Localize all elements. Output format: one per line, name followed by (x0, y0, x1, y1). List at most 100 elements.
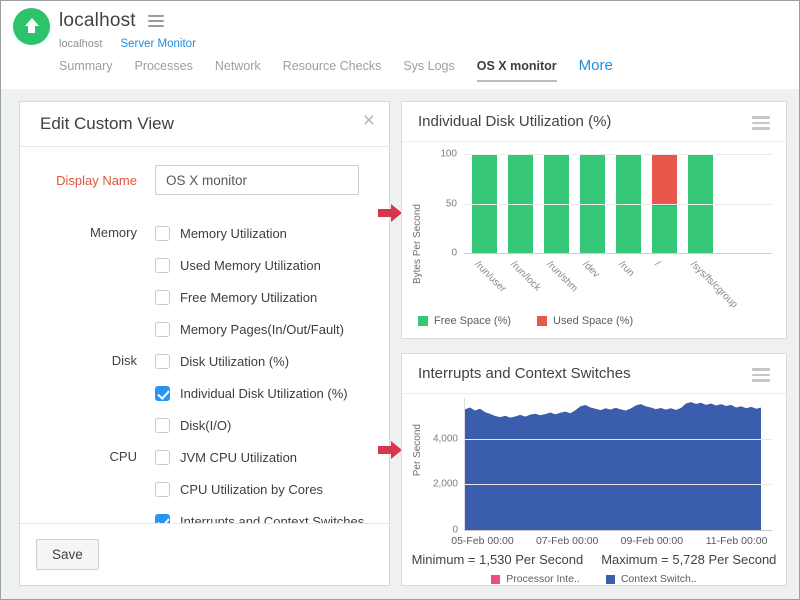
chart-menu-icon[interactable] (752, 368, 770, 382)
y-tick-label: 4,000 (433, 433, 458, 444)
bar-chart-plot: 050100/run/user/run/lock/run/shm/dev/run… (464, 154, 772, 254)
x-axis-labels: 05-Feb 00:0007-Feb 00:0009-Feb 00:0011-F… (464, 535, 772, 549)
display-name-label: Display Name (20, 173, 137, 188)
display-name-input[interactable] (155, 165, 359, 195)
min-stat: Minimum = 1,530 Per Second (412, 552, 584, 567)
y-tick-label: 100 (440, 149, 457, 160)
checkbox-row: Individual Disk Utilization (%) (20, 377, 389, 409)
legend-item-processor-inte: Processor Inte.. (491, 573, 580, 585)
checkbox-label: Disk(I/O) (180, 418, 231, 433)
tab-sys-logs[interactable]: Sys Logs (403, 59, 454, 73)
display-name-row: Display Name (20, 165, 389, 195)
checkbox-memory-pages-in-out-fault[interactable] (155, 322, 170, 337)
checkbox-interrupts-and-context-switches[interactable] (155, 514, 170, 524)
tab-processes[interactable]: Processes (134, 59, 192, 73)
checkbox-label: Memory Pages(In/Out/Fault) (180, 322, 344, 337)
y-tick-label: 50 (446, 198, 457, 209)
gridline (464, 154, 772, 155)
checkbox-row: CPUJVM CPU Utilization (20, 441, 389, 473)
x-tick-label: / (652, 259, 662, 269)
chart-title: Interrupts and Context Switches (418, 365, 631, 382)
legend-label: Processor Inte.. (506, 573, 580, 585)
x-tick-label: /run/lock (508, 259, 543, 294)
app-window: localhost localhost Server Monitor Summa… (0, 0, 800, 600)
chart-legend: Processor Inte.. Context Switch.. (402, 573, 786, 585)
checkbox-label: Used Memory Utilization (180, 258, 321, 273)
dialog-title: Edit Custom View (40, 114, 174, 134)
checkbox-label: CPU Utilization by Cores (180, 482, 323, 497)
checkbox-free-memory-utilization[interactable] (155, 290, 170, 305)
checkbox-row: CPU Utilization by Cores (20, 473, 389, 505)
chart-title: Individual Disk Utilization (%) (418, 113, 611, 130)
metric-checkbox-groups: MemoryMemory Utilization Used Memory Util… (20, 217, 389, 523)
gridline (465, 439, 772, 440)
x-tick-label: 11-Feb 00:00 (706, 535, 768, 547)
x-tick-label: /sys/fs/cgroup (688, 259, 739, 310)
pointer-arrow-icon (378, 204, 402, 222)
checkbox-cpu-utilization-by-cores[interactable] (155, 482, 170, 497)
used-space-segment (652, 154, 677, 206)
area-chart-plot: 02,0004,000 (464, 398, 772, 531)
pointer-arrow-icon (378, 441, 402, 459)
checkbox-used-memory-utilization[interactable] (155, 258, 170, 273)
checkbox-row: Used Memory Utilization (20, 249, 389, 281)
checkbox-jvm-cpu-utilization[interactable] (155, 450, 170, 465)
chart-stats: Minimum = 1,530 Per Second Maximum = 5,7… (402, 552, 786, 567)
chart-menu-icon[interactable] (752, 116, 770, 130)
checkbox-individual-disk-utilization[interactable] (155, 386, 170, 401)
page-title: localhost (59, 10, 136, 32)
checkbox-row: Interrupts and Context Switches (20, 505, 389, 523)
area-series (465, 398, 761, 530)
legend-label: Used Space (%) (553, 315, 633, 327)
dialog-footer: Save (20, 523, 389, 585)
title-menu-icon[interactable] (148, 15, 164, 27)
x-tick-label: 09-Feb 00:00 (621, 535, 683, 547)
y-tick-label: 0 (452, 525, 458, 536)
y-tick-label: 0 (451, 248, 457, 259)
x-tick-label: 07-Feb 00:00 (536, 535, 598, 547)
legend-swatch (606, 575, 615, 584)
breadcrumb-host[interactable]: localhost (59, 38, 102, 50)
monitor-header: localhost localhost Server Monitor Summa… (1, 1, 799, 89)
legend-swatch (491, 575, 500, 584)
max-stat: Maximum = 5,728 Per Second (601, 552, 776, 567)
tab-network[interactable]: Network (215, 59, 261, 73)
checkbox-label: JVM CPU Utilization (180, 450, 297, 465)
checkbox-disk-i-o[interactable] (155, 418, 170, 433)
edit-custom-view-dialog: Edit Custom View × Display Name MemoryMe… (19, 101, 390, 586)
legend-label: Free Space (%) (434, 315, 511, 327)
breadcrumb: localhost Server Monitor (59, 38, 196, 50)
tab-resource-checks[interactable]: Resource Checks (283, 59, 382, 73)
checkbox-row: MemoryMemory Utilization (20, 217, 389, 249)
save-button[interactable]: Save (36, 539, 99, 570)
x-tick-label: 05-Feb 00:00 (451, 535, 513, 547)
chart-card-header: Individual Disk Utilization (%) (402, 102, 786, 142)
y-tick-label: 2,000 (433, 479, 458, 490)
free-space-segment (652, 206, 677, 253)
chart-legend: Free Space (%) Used Space (%) (418, 315, 633, 327)
dialog-header: Edit Custom View × (20, 102, 389, 147)
y-axis-label: Bytes Per Second (412, 204, 424, 284)
x-tick-label: /dev (580, 259, 601, 280)
close-icon[interactable]: × (363, 110, 375, 131)
chart-card-header: Interrupts and Context Switches (402, 354, 786, 394)
checkbox-label: Individual Disk Utilization (%) (180, 386, 348, 401)
tab-summary[interactable]: Summary (59, 59, 112, 73)
x-tick-label: /run/shm (544, 259, 579, 294)
checkbox-memory-utilization[interactable] (155, 226, 170, 241)
breadcrumb-monitor-type[interactable]: Server Monitor (120, 38, 195, 50)
checkbox-label: Disk Utilization (%) (180, 354, 289, 369)
x-tick-label: /run (616, 259, 636, 279)
checkbox-row: Memory Pages(In/Out/Fault) (20, 313, 389, 345)
tab-bar: Summary Processes Network Resource Checks Sy… (59, 57, 613, 82)
legend-item-context-switch: Context Switch.. (606, 573, 697, 585)
tab-more[interactable]: More (579, 57, 613, 74)
gridline (465, 484, 772, 485)
checkbox-disk-utilization[interactable] (155, 354, 170, 369)
monitor-status-avatar (13, 8, 50, 45)
gridline (464, 204, 772, 205)
interrupts-chart-card: Interrupts and Context Switches Per Seco… (401, 353, 787, 586)
legend-swatch (537, 316, 547, 326)
tab-os-x-monitor[interactable]: OS X monitor (477, 59, 557, 82)
legend-swatch (418, 316, 428, 326)
